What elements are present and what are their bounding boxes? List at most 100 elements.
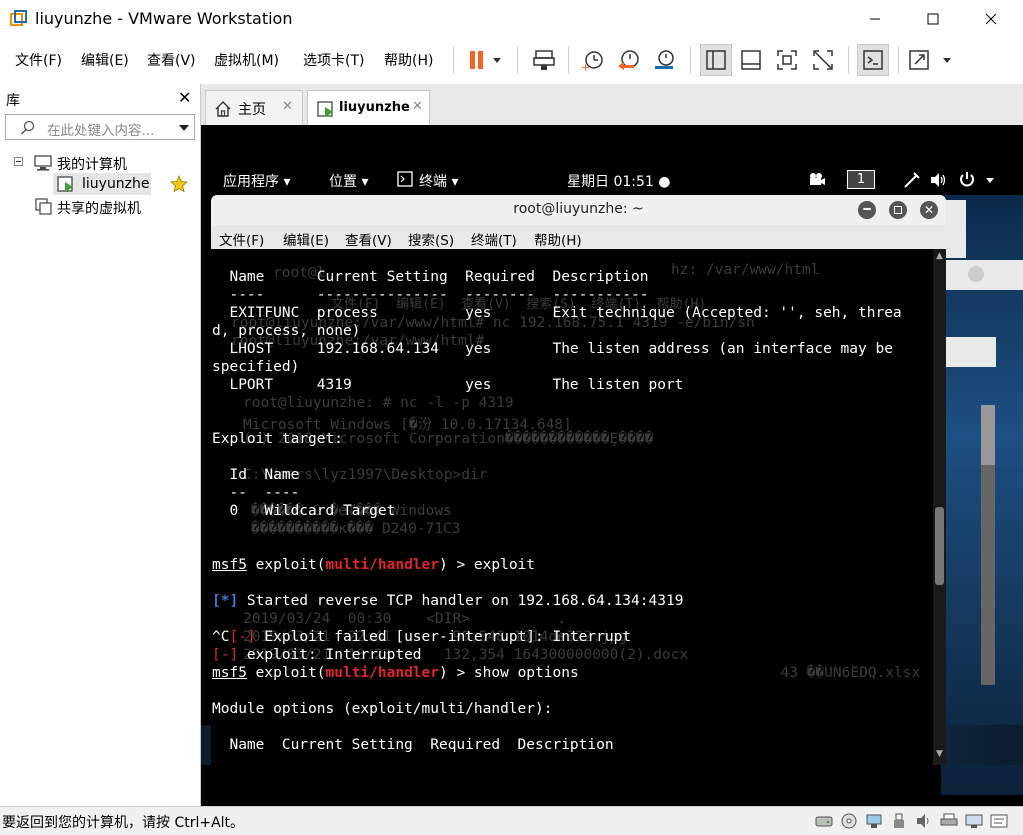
hard-disk-icon[interactable] [815, 813, 833, 829]
gnome-applications-label: 应用程序 [223, 174, 279, 190]
msf-prompt: msf5 [212, 665, 247, 681]
terminal-line: 0 Wildcard Target [212, 503, 396, 519]
workspace-indicator[interactable]: 1 [847, 170, 875, 189]
snapshot-button[interactable]: + [576, 44, 608, 76]
gnome-clock[interactable]: 星期日 01:51 ● [567, 171, 670, 191]
terminal-line: LPORT 4319 yes The listen port [212, 377, 684, 393]
terminal-close-button[interactable]: ✕ [920, 201, 938, 219]
background-window-titlebar-2 [946, 337, 996, 367]
favorite-star-icon[interactable] [170, 175, 188, 193]
terminal-maximize-button[interactable] [889, 201, 907, 219]
terminal-prompt-line: msf5 exploit(multi/handler) > show optio… [212, 664, 579, 682]
svg-text:+: + [581, 61, 590, 72]
module-name: multi/handler [325, 557, 440, 573]
display-icon[interactable] [965, 813, 983, 829]
msf-prompt: msf5 [212, 557, 247, 573]
message-log-icon[interactable] [990, 813, 1008, 829]
thumbnail-view-button[interactable] [735, 44, 767, 76]
terminal-menu-file[interactable]: 文件(F) [219, 229, 264, 249]
tab-home-label: 主页 [238, 102, 266, 118]
tab-vm-close-icon[interactable]: ✕ [412, 99, 423, 114]
snapshot-icon: + [581, 51, 603, 72]
command-text: ) > show options [439, 665, 579, 681]
terminal-menu-edit[interactable]: 编辑(E) [283, 229, 329, 249]
terminal-output[interactable]: root@l hz: /var/www/html 文件(F) 编辑(E) 查看(… [211, 249, 946, 765]
tab-home-close-icon[interactable]: ✕ [282, 99, 293, 114]
tree-item-my-computer[interactable]: 我的计算机 [57, 154, 127, 174]
terminal-line: Exploit target: [212, 431, 343, 447]
scrollbar-thumb[interactable] [935, 507, 944, 585]
ghost-text: ����������к��� D240-71C3 [251, 521, 461, 537]
library-title: 库 [6, 93, 20, 109]
unity-button[interactable] [807, 44, 839, 76]
menu-help[interactable]: 帮助(H) [384, 50, 433, 70]
line-text: exploit: Interrupted [238, 647, 422, 663]
search-input[interactable]: 在此处键入内容... [47, 119, 154, 139]
volume-icon[interactable] [930, 172, 948, 188]
toolbar-separator [848, 46, 849, 74]
terminal-menu-view[interactable]: 查看(V) [345, 229, 392, 249]
console-view-button[interactable] [857, 44, 889, 76]
tab-vm[interactable]: liuyunzhe ✕ [307, 90, 430, 125]
terminal-line: LHOST 192.168.64.134 yes The listen addr… [212, 341, 902, 357]
library-view-button[interactable] [700, 44, 732, 76]
library-search-box[interactable]: 在此处键入内容... [5, 114, 195, 140]
library-close-icon[interactable]: ✕ [178, 88, 191, 107]
revert-snapshot-icon [618, 50, 639, 70]
tab-home[interactable]: 主页 ✕ [205, 90, 303, 125]
gnome-places-menu[interactable]: 位置 ▾ [329, 171, 368, 191]
revert-snapshot-button[interactable] [612, 44, 644, 76]
network-wired-icon[interactable] [903, 171, 921, 189]
gnome-applications-menu[interactable]: 应用程序 ▾ [223, 171, 290, 191]
power-menu-icon[interactable] [958, 171, 998, 189]
toolbar-separator [568, 46, 569, 74]
tree-item-vm[interactable]: liuyunzhe [82, 176, 150, 192]
line-text: ^C [212, 629, 230, 645]
background-window-titlebar [946, 260, 1023, 290]
close-icon [985, 13, 997, 25]
send-ctrl-alt-del-button[interactable] [528, 44, 560, 76]
sound-card-icon[interactable] [915, 813, 933, 829]
network-adapter-icon[interactable] [865, 813, 883, 829]
close-button[interactable] [968, 0, 1014, 38]
search-icon [20, 120, 35, 135]
terminal-minimize-button[interactable]: ━ [858, 201, 876, 219]
scroll-down-icon[interactable]: ▼ [936, 749, 943, 759]
terminal-menu-search[interactable]: 搜索(S) [408, 229, 454, 249]
cd-dvd-icon[interactable] [840, 813, 858, 829]
terminal-menu-help[interactable]: 帮助(H) [534, 229, 582, 249]
chevron-down-icon[interactable] [178, 123, 190, 133]
maximize-button[interactable] [910, 0, 956, 38]
line-text: Started reverse TCP handler on 192.168.6… [238, 593, 684, 609]
ghost-text: hz: /var/www/html [671, 262, 820, 278]
video-camera-icon[interactable] [808, 172, 826, 186]
terminal-titlebar[interactable]: root@liuyunzhe: ~ ━ ✕ [211, 195, 946, 225]
snapshot-manager-button[interactable] [648, 44, 680, 76]
scroll-up-icon[interactable]: ▲ [936, 251, 943, 261]
menu-vm[interactable]: 虚拟机(M) [214, 50, 279, 70]
info-marker: [*] [212, 593, 239, 609]
pause-button[interactable] [460, 44, 506, 76]
menu-file[interactable]: 文件(F) [15, 50, 62, 70]
menu-view[interactable]: 查看(V) [147, 50, 196, 70]
usb-device-icon[interactable] [890, 813, 908, 829]
menu-tabs[interactable]: 选项卡(T) [303, 50, 364, 70]
gnome-terminal-menu[interactable]: 终端 ▾ [419, 171, 458, 191]
printer-icon[interactable] [940, 813, 958, 829]
home-icon [215, 101, 231, 117]
fullscreen-button[interactable] [771, 44, 803, 76]
tree-collapse-toggle[interactable] [14, 157, 23, 166]
terminal-line: ---- --------------- -------- ----------… [212, 287, 649, 303]
stretch-button[interactable] [906, 44, 956, 76]
stretch-icon [909, 50, 951, 70]
toolbar-separator [517, 46, 518, 74]
tree-item-shared-vms[interactable]: 共享的虚拟机 [57, 198, 141, 218]
terminal-line: [-] exploit: Interrupted [212, 646, 422, 664]
minimize-icon [870, 18, 880, 20]
terminal-scrollbar[interactable]: ▲ ▼ [933, 249, 946, 765]
ghost-text: 43 ��UN6EDQ.xlsx [571, 665, 921, 681]
menu-edit[interactable]: 编辑(E) [81, 50, 129, 70]
minimize-button[interactable] [852, 0, 898, 38]
terminal-menu-terminal[interactable]: 终端(T) [471, 229, 517, 249]
tab-vm-label: liuyunzhe [339, 100, 410, 115]
